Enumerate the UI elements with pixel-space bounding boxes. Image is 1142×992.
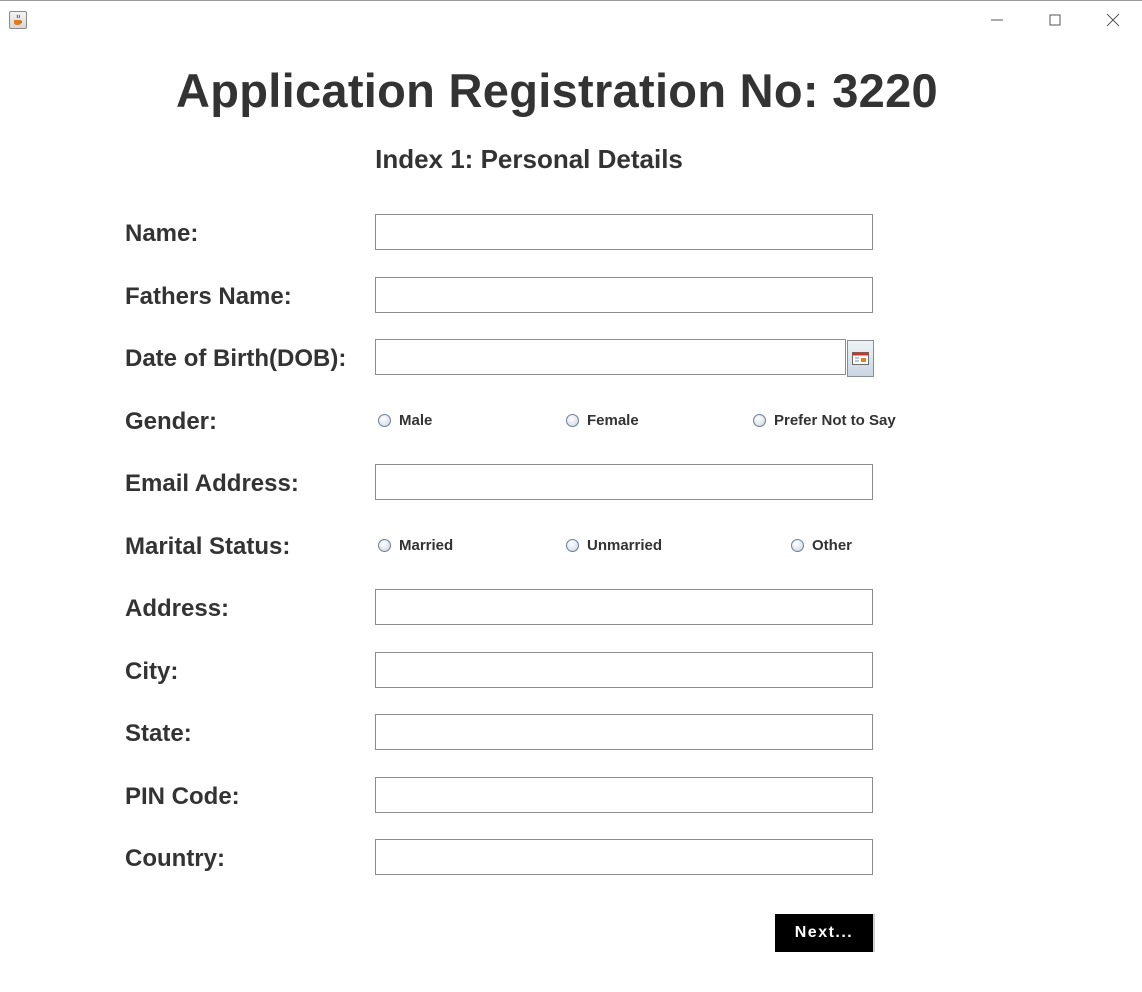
pin-code-input[interactable] [375, 777, 873, 813]
minimize-icon [991, 19, 1003, 21]
radio-indicator [378, 414, 391, 427]
page-title: Application Registration No: 3220 [175, 64, 938, 117]
address-input[interactable] [375, 589, 873, 625]
email-input[interactable] [375, 464, 873, 500]
maximize-button[interactable] [1040, 9, 1070, 31]
title-bar [0, 1, 1142, 39]
dob-label: Date of Birth(DOB): [125, 345, 347, 372]
country-label: Country: [125, 845, 225, 872]
calendar-button[interactable] [847, 340, 874, 377]
name-input[interactable] [375, 214, 873, 250]
marital-married-label: Married [399, 537, 454, 554]
gender-label: Gender: [125, 408, 218, 435]
city-label: City: [125, 658, 179, 685]
marital-married-radio[interactable]: Married [378, 537, 453, 554]
pin-code-label: PIN Code: [125, 783, 240, 810]
radio-indicator [791, 539, 804, 552]
dob-input[interactable] [375, 339, 846, 375]
radio-indicator [378, 539, 391, 552]
section-subtitle: Index 1: Personal Details [375, 144, 683, 174]
close-icon [1106, 13, 1120, 27]
maximize-icon [1049, 14, 1061, 26]
marital-unmarried-label: Unmarried [587, 537, 663, 554]
address-label: Address: [125, 595, 230, 622]
marital-unmarried-radio[interactable]: Unmarried [566, 537, 662, 554]
gender-prefer-not-radio[interactable]: Prefer Not to Say [753, 412, 896, 429]
country-input[interactable] [375, 839, 873, 875]
close-button[interactable] [1098, 9, 1128, 31]
minimize-button[interactable] [982, 9, 1012, 31]
gender-male-label: Male [399, 412, 433, 429]
name-label: Name: [125, 220, 199, 247]
state-input[interactable] [375, 714, 873, 750]
city-input[interactable] [375, 652, 873, 688]
radio-indicator [566, 539, 579, 552]
gender-female-label: Female [587, 412, 639, 429]
gender-female-radio[interactable]: Female [566, 412, 639, 429]
marital-other-label: Other [812, 537, 853, 554]
application-window: Application Registration No: 3220 Index … [0, 0, 1142, 992]
calendar-icon [852, 352, 869, 365]
marital-status-label: Marital Status: [125, 533, 291, 560]
fathers-name-input[interactable] [375, 277, 873, 313]
next-button[interactable]: Next... [775, 914, 875, 952]
gender-male-radio[interactable]: Male [378, 412, 432, 429]
radio-indicator [753, 414, 766, 427]
state-label: State: [125, 720, 192, 747]
radio-indicator [566, 414, 579, 427]
email-label: Email Address: [125, 470, 299, 497]
fathers-name-label: Fathers Name: [125, 283, 292, 310]
java-cup-icon[interactable] [9, 11, 27, 29]
gender-prefer-not-label: Prefer Not to Say [774, 412, 896, 429]
marital-other-radio[interactable]: Other [791, 537, 852, 554]
